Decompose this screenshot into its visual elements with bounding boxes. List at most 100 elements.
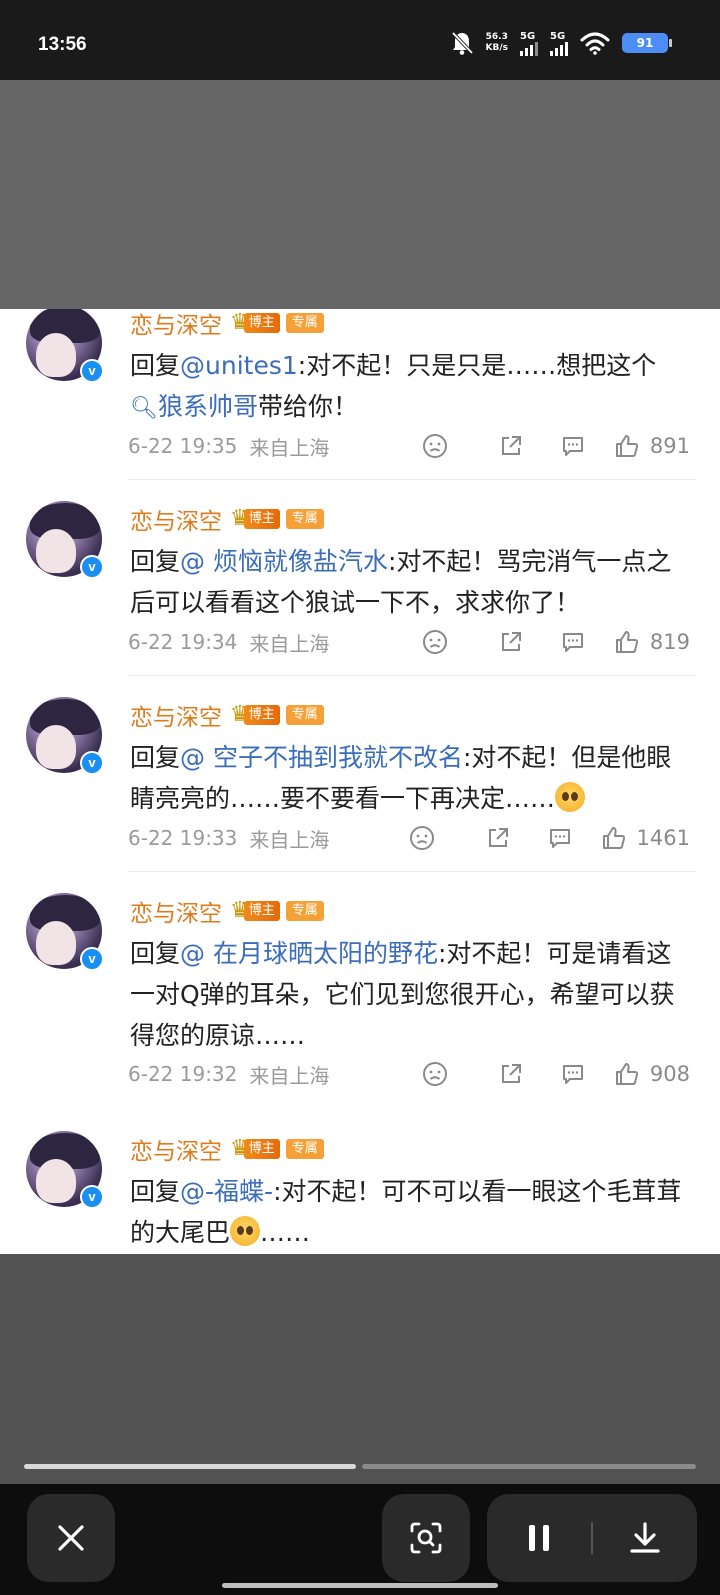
wifi-icon (580, 32, 610, 55)
comment-actions: 819 (404, 627, 690, 657)
comment-text: 回复@ 在月球晒太阳的野花:对不起！可是请看这一对Q弹的耳朵，它们见到您很开心，… (130, 933, 690, 1056)
like-count: 908 (649, 1062, 690, 1086)
sad-face-icon (422, 434, 447, 458)
close-icon (58, 1525, 84, 1551)
reply-prefix: 回复 (130, 547, 181, 576)
username[interactable]: 恋与深空 (130, 309, 222, 340)
net-speed-value: 56.3 (485, 32, 508, 42)
sim1-label: 5G (520, 30, 536, 42)
pause-icon (529, 1525, 549, 1551)
comment-date: 6-22 19:33 (128, 826, 238, 850)
verified-icon: v (80, 359, 104, 383)
mention-link[interactable]: @ 空子不抽到我就不改名 (180, 743, 463, 772)
blogger-badge: 博主 (243, 705, 280, 725)
username[interactable]: 恋与深空 (130, 502, 222, 536)
sad-face-icon (422, 1062, 447, 1086)
divider (128, 871, 696, 872)
status-bar: 13:56 56.3 KB/s 5G 5G 91 (0, 0, 720, 80)
download-button[interactable] (593, 1494, 697, 1582)
comment-button[interactable] (542, 1059, 604, 1089)
comment-icon (562, 633, 583, 652)
net-speed-unit: KB/s (485, 43, 508, 53)
share-button[interactable] (467, 823, 529, 853)
comment-text: 回复@ 空子不抽到我就不改名:对不起！但是他眼睛亮亮的……要不要看一下再决定…… (130, 737, 690, 819)
signal-icon: 5G (550, 31, 568, 56)
share-icon (501, 1064, 521, 1083)
verified-icon: v (80, 947, 104, 971)
exclusive-badge: 专属 (285, 313, 324, 333)
blogger-badge: 博主 (243, 901, 280, 921)
visual-search-button[interactable] (382, 1494, 470, 1582)
battery-icon: 91 (622, 33, 672, 53)
comment-icon (562, 1065, 583, 1084)
image-viewer-top-area[interactable] (0, 80, 720, 309)
search-topic-link[interactable]: 狼系帅哥 (158, 392, 258, 421)
like-button[interactable]: 908 (614, 1061, 690, 1087)
dislike-button[interactable] (391, 823, 453, 853)
comment-text: 回复@unites1:对不起！只是只是……想把这个 🔍︎狼系帅哥带给你！ (130, 345, 690, 429)
like-count: 1461 (636, 826, 690, 850)
comment-body: :对不起！只是只是……想把这个 (297, 351, 657, 380)
mention-link[interactable]: @-福蝶- (180, 1177, 273, 1206)
comment-actions: 1461 (391, 823, 690, 853)
thumbs-up-icon (615, 631, 638, 653)
signal-icon: 5G (520, 31, 538, 56)
mention-link[interactable]: @ 烦恼就像盐汽水 (180, 547, 388, 576)
comment-date: 6-22 19:35 (128, 434, 238, 458)
reply-prefix: 回复 (130, 1177, 181, 1206)
share-icon (501, 436, 521, 455)
like-button[interactable]: 891 (614, 433, 690, 459)
lens-search-icon (410, 1522, 442, 1554)
search-icon: 🔍︎ (130, 396, 158, 421)
name-row: 恋与深空 ♛ 博主 专属 (130, 698, 324, 732)
verified-icon: v (80, 751, 104, 775)
share-button[interactable] (480, 431, 542, 461)
comment-button[interactable] (542, 627, 604, 657)
dislike-button[interactable] (404, 627, 466, 657)
sim2-label: 5G (550, 30, 566, 42)
status-time: 13:56 (38, 34, 87, 55)
reply-prefix: 回复 (130, 743, 181, 772)
mention-link[interactable]: @ 在月球晒太阳的野花 (180, 939, 438, 968)
screenshot-content[interactable]: v 恋与深空 ♛ 博主 专属 回复@unites1:对不起！只是只是……想把这个 🔍… (0, 309, 720, 1254)
share-button[interactable] (480, 627, 542, 657)
share-button[interactable] (480, 1059, 542, 1089)
blogger-badge: 博主 (243, 1139, 280, 1159)
close-button[interactable] (27, 1494, 115, 1582)
dislike-button[interactable] (404, 431, 466, 461)
thumbs-up-icon (615, 1063, 638, 1085)
exclusive-badge: 专属 (285, 1139, 324, 1159)
mention-link[interactable]: @unites1 (180, 351, 298, 380)
comment-button[interactable] (542, 431, 604, 461)
username[interactable]: 恋与深空 (130, 1132, 222, 1166)
verified-icon: v (80, 555, 104, 579)
comment-source: 来自上海 (249, 435, 330, 460)
comment-body-suffix: 带给你！ (257, 392, 358, 421)
verified-icon: v (80, 1185, 104, 1209)
username[interactable]: 恋与深空 (130, 894, 222, 928)
blogger-badge: 博主 (243, 509, 280, 529)
exclusive-badge: 专属 (285, 509, 324, 529)
exclusive-badge: 专属 (285, 705, 324, 725)
comment-source: 来自上海 (249, 631, 330, 656)
pause-button[interactable] (487, 1494, 591, 1582)
reply-prefix: 回复 (130, 351, 181, 380)
home-indicator[interactable] (222, 1583, 498, 1588)
comment-body-suffix: …… (260, 1218, 311, 1247)
progress-segment-inactive (362, 1464, 696, 1469)
dislike-button[interactable] (404, 1059, 466, 1089)
comment-button[interactable] (529, 823, 591, 853)
reply-prefix: 回复 (130, 939, 181, 968)
status-icons: 56.3 KB/s 5G 5G 91 (450, 26, 672, 60)
thumbs-up-icon (615, 435, 638, 457)
name-row: 恋与深空 ♛ 博主 专属 (130, 894, 324, 928)
comment-text: 回复@ 烦恼就像盐汽水:对不起！骂完消气一点之后可以看看这个狼试一下不，求求你了… (130, 541, 690, 623)
like-button[interactable]: 819 (614, 629, 690, 655)
progress-segment-active (24, 1464, 356, 1469)
like-button[interactable]: 1461 (601, 825, 690, 851)
comment-text: 回复@-福蝶-:对不起！可不可以看一眼这个毛茸茸的大尾巴…… (130, 1171, 690, 1253)
username[interactable]: 恋与深空 (130, 698, 222, 732)
image-viewer-bottom-area[interactable] (0, 1254, 720, 1484)
crown-badge-icon: ♛ 博主 (230, 899, 280, 923)
comment-source: 来自上海 (249, 827, 330, 852)
